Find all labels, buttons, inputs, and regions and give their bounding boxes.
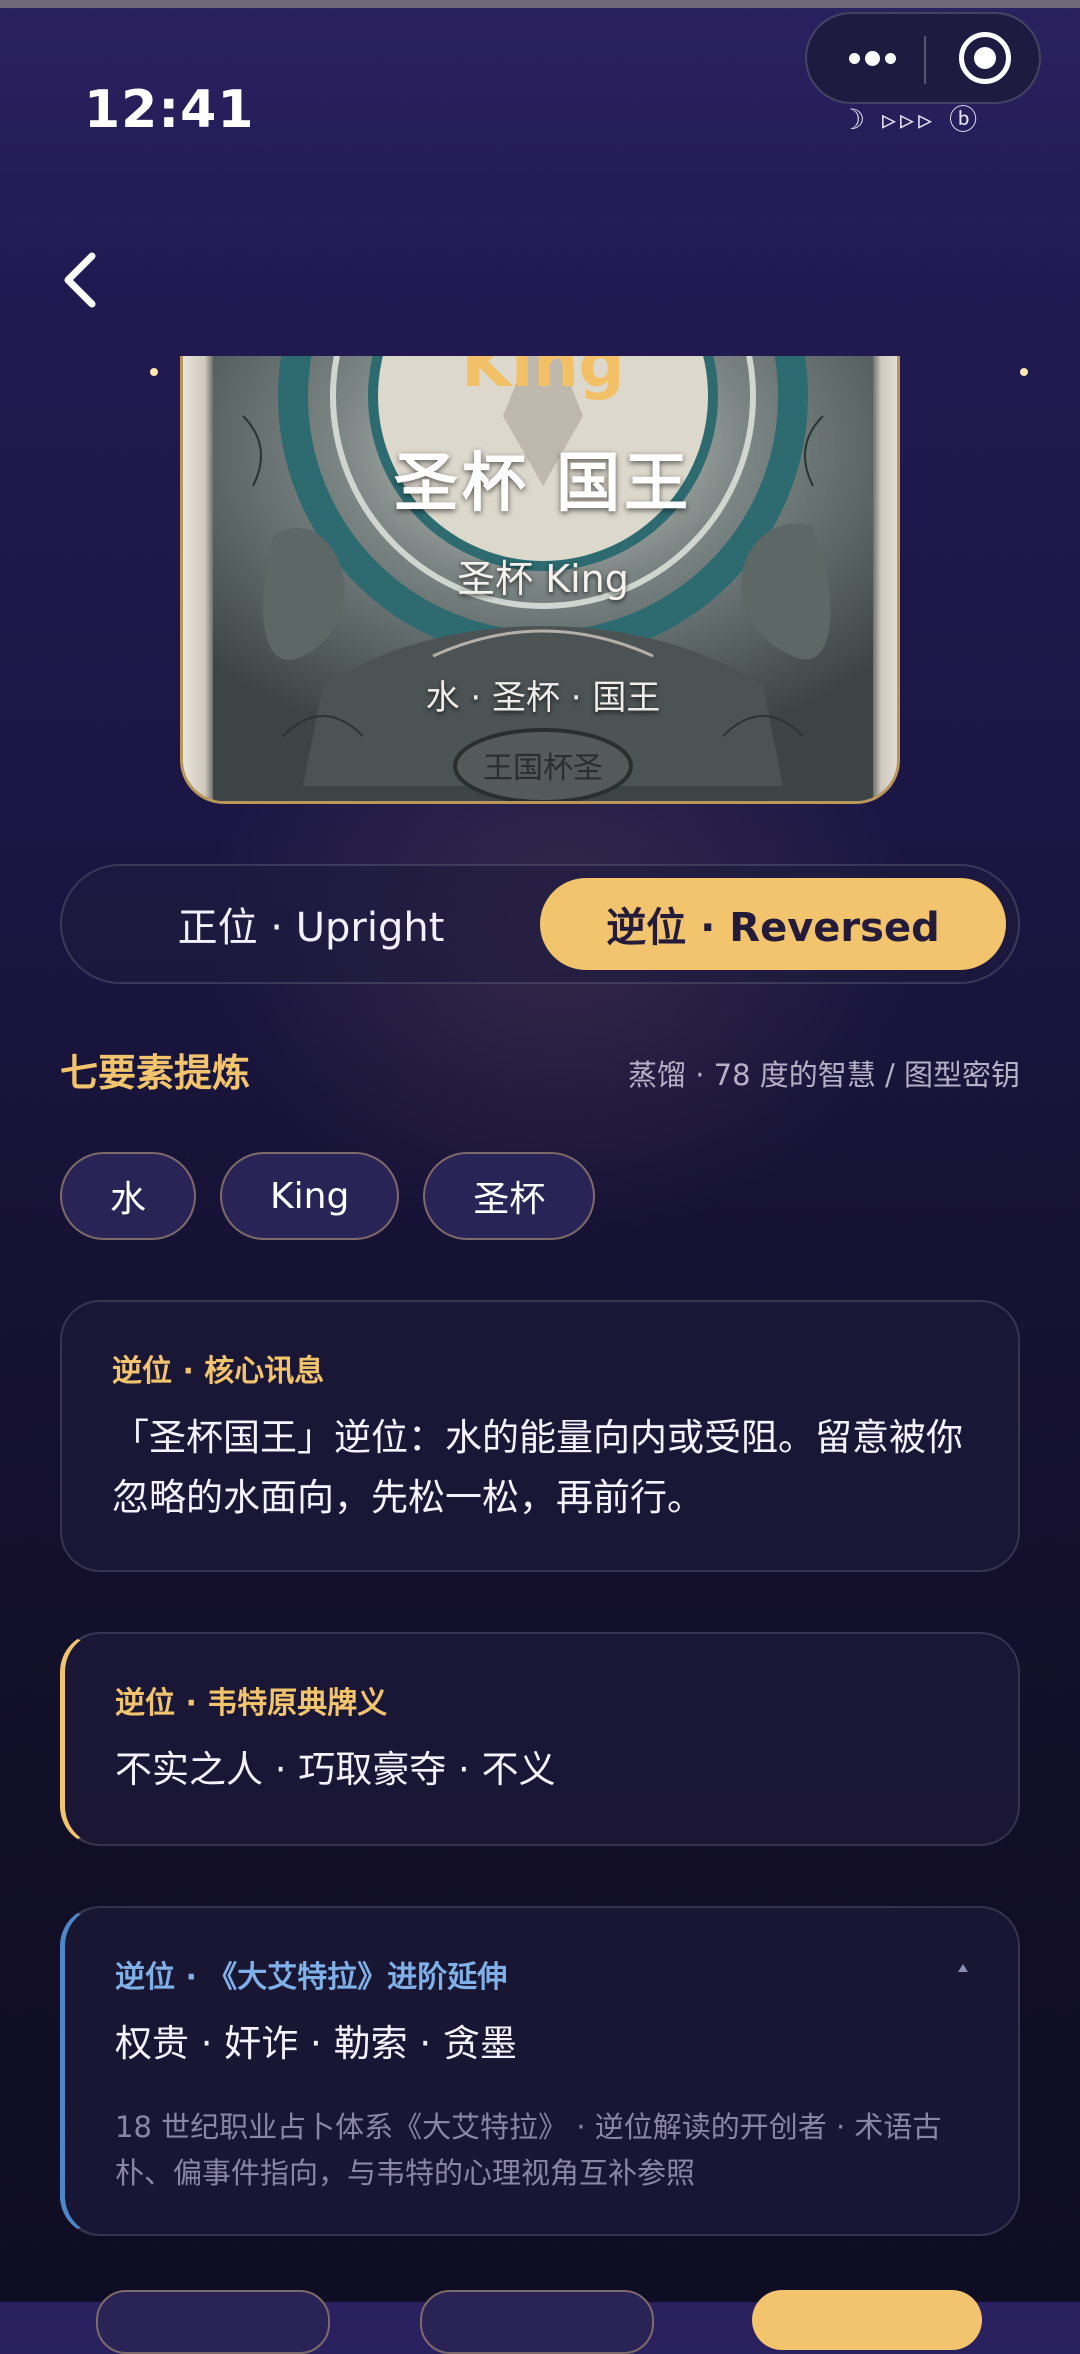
element-chip[interactable]: 水 — [60, 1152, 197, 1240]
top-edge — [0, 0, 1080, 8]
sparkle-dot — [150, 368, 158, 376]
element-chip[interactable]: 圣杯 — [423, 1152, 596, 1240]
status-icons: ☽ ▹▹▹ ⓑ — [840, 103, 982, 136]
miniprogram-capsule — [805, 12, 1041, 104]
element-chip[interactable]: King — [220, 1152, 400, 1240]
caret-up-icon[interactable] — [958, 1964, 968, 1972]
extended-meaning-body: 权贵 · 奸诈 · 勒索 · 贪墨 — [115, 2022, 517, 2065]
upright-option[interactable]: 正位 · Upright — [78, 878, 544, 970]
waite-meaning-panel: 逆位 · 韦特原典牌义 不实之人 · 巧取豪夺 · 不义 — [60, 1632, 1020, 1846]
svg-text:王国杯圣: 王国杯圣 — [483, 751, 603, 786]
section-subtitle: 蒸馏 · 78 度的智慧 / 图型密钥 — [628, 1058, 1020, 1092]
waite-meaning-body: 不实之人 · 巧取豪夺 · 不义 — [115, 1748, 556, 1791]
card-subtitle: 圣杯 King — [457, 557, 629, 601]
more-dots-icon[interactable] — [837, 38, 907, 78]
reversed-option[interactable]: 逆位 · Reversed — [540, 878, 1006, 970]
core-message-body: 「圣杯国王」逆位：水的能量向内或受阻。留意被你忽略的水面向，先松一松，再前行。 — [112, 1416, 963, 1519]
card-tags: 水 · 圣杯 · 国王 — [425, 678, 661, 718]
card-title-zh: 圣杯 国王 — [393, 447, 693, 521]
capsule-divider — [924, 36, 926, 84]
status-time: 12:41 — [84, 80, 255, 140]
core-message-panel: 逆位 · 核心讯息 「圣杯国王」逆位：水的能量向内或受阻。留意被你忽略的水面向，… — [60, 1300, 1020, 1572]
extended-meaning-panel[interactable]: 逆位 · 《大艾特拉》进阶延伸 权贵 · 奸诈 · 勒索 · 贪墨 18 世纪职… — [60, 1906, 1020, 2236]
chevron-left-icon[interactable] — [56, 248, 106, 312]
extended-meaning-note: 18 世纪职业占卜体系《大艾特拉》 · 逆位解读的开创者 · 术语古朴、偏事件指… — [115, 2110, 942, 2190]
element-chips: 水 King 圣杯 — [60, 1152, 596, 1240]
orientation-toggle: 正位 · Upright 逆位 · Reversed — [60, 864, 1020, 984]
core-message-label: 逆位 · 核心讯息 — [112, 1354, 325, 1389]
target-icon[interactable] — [959, 32, 1011, 84]
bottom-buttons-peek — [0, 2290, 1080, 2354]
extended-meaning-label: 逆位 · 《大艾特拉》进阶延伸 — [115, 1960, 508, 1995]
section-title: 七要素提炼 — [60, 1051, 251, 1095]
card-title-en: King — [461, 356, 625, 402]
waite-meaning-label: 逆位 · 韦特原典牌义 — [115, 1686, 388, 1721]
tarot-card: 王国杯圣 King 圣杯 国王 圣杯 King 水 · 圣杯 · 国王 — [180, 356, 900, 804]
sparkle-dot — [1020, 368, 1028, 376]
